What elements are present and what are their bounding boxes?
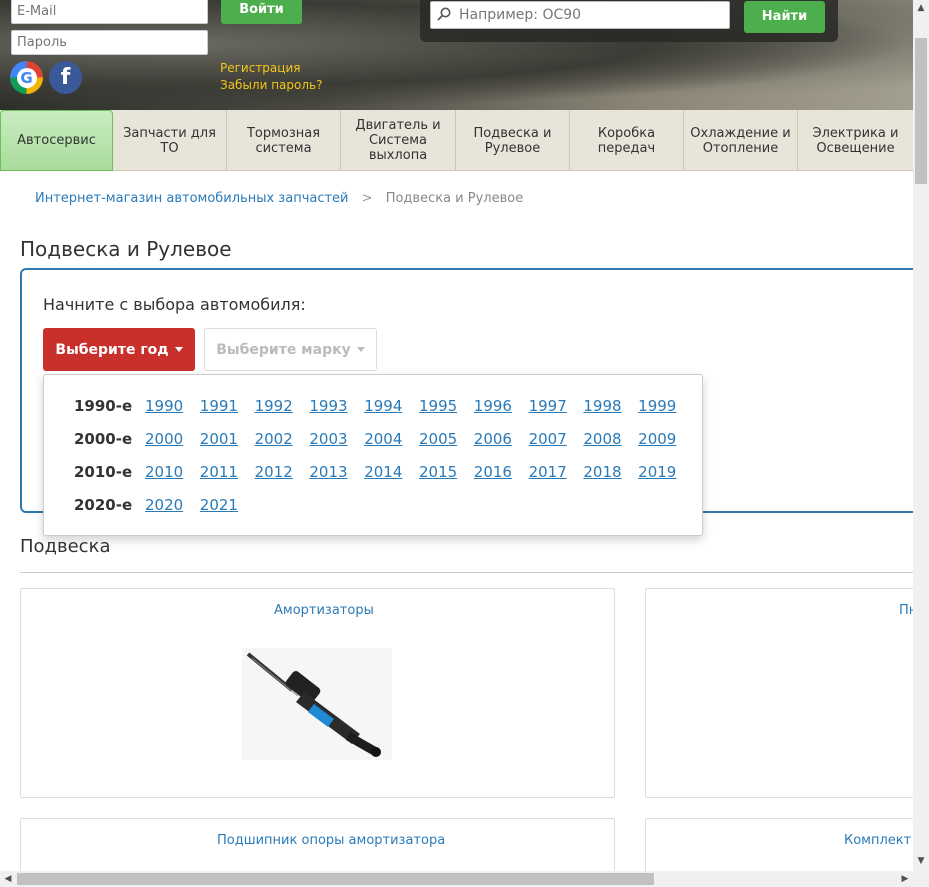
year-link[interactable]: 2011 xyxy=(200,463,255,481)
year-link[interactable]: 2005 xyxy=(419,430,474,448)
scroll-right-icon[interactable]: ▶ xyxy=(897,871,913,887)
horizontal-scrollbar-thumb[interactable] xyxy=(17,873,654,885)
year-link[interactable]: 2008 xyxy=(583,430,638,448)
register-link[interactable]: Регистрация xyxy=(220,61,300,75)
year-link[interactable]: 2016 xyxy=(474,463,529,481)
year-link[interactable]: 1999 xyxy=(638,397,693,415)
year-dropdown: 1990-е 1990 1991 1992 1993 1994 1995 199… xyxy=(43,374,703,536)
decade-row: 2020-е 2020 2021 xyxy=(74,495,255,515)
year-link[interactable]: 2004 xyxy=(364,430,419,448)
year-link[interactable]: 2014 xyxy=(364,463,419,481)
nav-item-brakes[interactable]: Тормозная система xyxy=(227,110,341,171)
breadcrumb-current: Подвеска и Рулевое xyxy=(385,191,524,206)
category-card-title[interactable]: Амортизаторы xyxy=(274,603,374,618)
login-button[interactable]: Войти xyxy=(221,0,302,24)
year-link[interactable]: 2009 xyxy=(638,430,693,448)
scroll-down-icon[interactable]: ▼ xyxy=(913,853,929,869)
category-card[interactable] xyxy=(645,588,925,798)
year-link[interactable]: 1997 xyxy=(529,397,584,415)
year-link[interactable]: 2007 xyxy=(529,430,584,448)
breadcrumb-home-link[interactable]: Интернет-магазин автомобильных запчастей xyxy=(35,191,349,206)
year-link[interactable]: 2021 xyxy=(200,496,255,514)
nav-item-autoservice[interactable]: Автосервис xyxy=(0,110,113,171)
decade-label: 2020-е xyxy=(74,496,133,514)
facebook-login-icon[interactable]: f xyxy=(49,61,82,94)
decade-row: 2010-е 2010 2011 2012 2013 2014 2015 201… xyxy=(74,462,693,482)
select-brand-label: Выберите марку xyxy=(216,341,351,358)
nav-item-engine-exhaust[interactable]: Двигатель и Система выхлопа xyxy=(341,110,456,171)
year-link[interactable]: 2001 xyxy=(200,430,255,448)
search-icon xyxy=(437,7,451,21)
decade-row: 2000-е 2000 2001 2002 2003 2004 2005 200… xyxy=(74,429,693,449)
breadcrumb: Интернет-магазин автомобильных запчастей… xyxy=(35,191,523,206)
year-link[interactable]: 1994 xyxy=(364,397,419,415)
car-selector-label: Начните с выбора автомобиля: xyxy=(43,295,306,314)
decade-label: 2000-е xyxy=(74,430,133,448)
year-link[interactable]: 2006 xyxy=(474,430,529,448)
year-link[interactable]: 1990 xyxy=(145,397,200,415)
select-year-button[interactable]: Выберите год xyxy=(43,328,195,371)
shock-absorber-image xyxy=(242,648,392,760)
year-link[interactable]: 2000 xyxy=(145,430,200,448)
category-card-title[interactable]: Подшипник опоры амортизатора xyxy=(217,833,445,848)
google-login-icon[interactable]: G xyxy=(10,61,43,94)
email-field[interactable] xyxy=(11,0,208,24)
search-input[interactable]: Например: OC90 xyxy=(430,1,730,29)
page-title: Подвеска и Рулевое xyxy=(20,237,232,261)
year-link[interactable]: 2020 xyxy=(145,496,200,514)
decade-row: 1990-е 1990 1991 1992 1993 1994 1995 199… xyxy=(74,396,693,416)
chevron-down-icon xyxy=(356,347,365,352)
year-link[interactable]: 2012 xyxy=(255,463,310,481)
year-link[interactable]: 1995 xyxy=(419,397,474,415)
category-nav: Автосервис Запчасти для ТО Тормозная сис… xyxy=(0,110,913,171)
chevron-down-icon xyxy=(174,347,183,352)
decade-label: 1990-е xyxy=(74,397,133,415)
section-title: Подвеска xyxy=(20,536,111,557)
year-link[interactable]: 1993 xyxy=(309,397,364,415)
nav-item-transmission[interactable]: Коробка передач xyxy=(570,110,684,171)
year-link[interactable]: 2003 xyxy=(309,430,364,448)
scroll-left-icon[interactable]: ◀ xyxy=(0,871,16,887)
year-link[interactable]: 2002 xyxy=(255,430,310,448)
select-year-label: Выберите год xyxy=(55,341,169,358)
year-link[interactable]: 2010 xyxy=(145,463,200,481)
decade-label: 2010-е xyxy=(74,463,133,481)
year-link[interactable]: 1992 xyxy=(255,397,310,415)
search-button[interactable]: Найти xyxy=(744,1,825,33)
year-link[interactable]: 2019 xyxy=(638,463,693,481)
password-field[interactable] xyxy=(11,30,208,55)
nav-item-electrics-lighting[interactable]: Электрика и Освещение xyxy=(798,110,913,171)
scroll-up-icon[interactable]: ▲ xyxy=(913,0,929,16)
year-link[interactable]: 2013 xyxy=(309,463,364,481)
year-link[interactable]: 2015 xyxy=(419,463,474,481)
select-brand-button[interactable]: Выберите марку xyxy=(204,328,377,371)
nav-item-maintenance-parts[interactable]: Запчасти для ТО xyxy=(113,110,227,171)
year-link[interactable]: 1991 xyxy=(200,397,255,415)
vertical-scrollbar-thumb[interactable] xyxy=(915,38,927,184)
year-link[interactable]: 2017 xyxy=(529,463,584,481)
nav-item-cooling-heating[interactable]: Охлаждение и Отопление xyxy=(684,110,798,171)
breadcrumb-separator: > xyxy=(361,191,373,206)
forgot-password-link[interactable]: Забыли пароль? xyxy=(220,78,322,92)
nav-item-suspension-steering[interactable]: Подвеска и Рулевое xyxy=(456,110,570,171)
section-divider xyxy=(20,572,913,573)
year-link[interactable]: 1996 xyxy=(474,397,529,415)
category-card-title[interactable]: Комплект п xyxy=(844,833,924,848)
year-link[interactable]: 2018 xyxy=(583,463,638,481)
year-link[interactable]: 1998 xyxy=(583,397,638,415)
